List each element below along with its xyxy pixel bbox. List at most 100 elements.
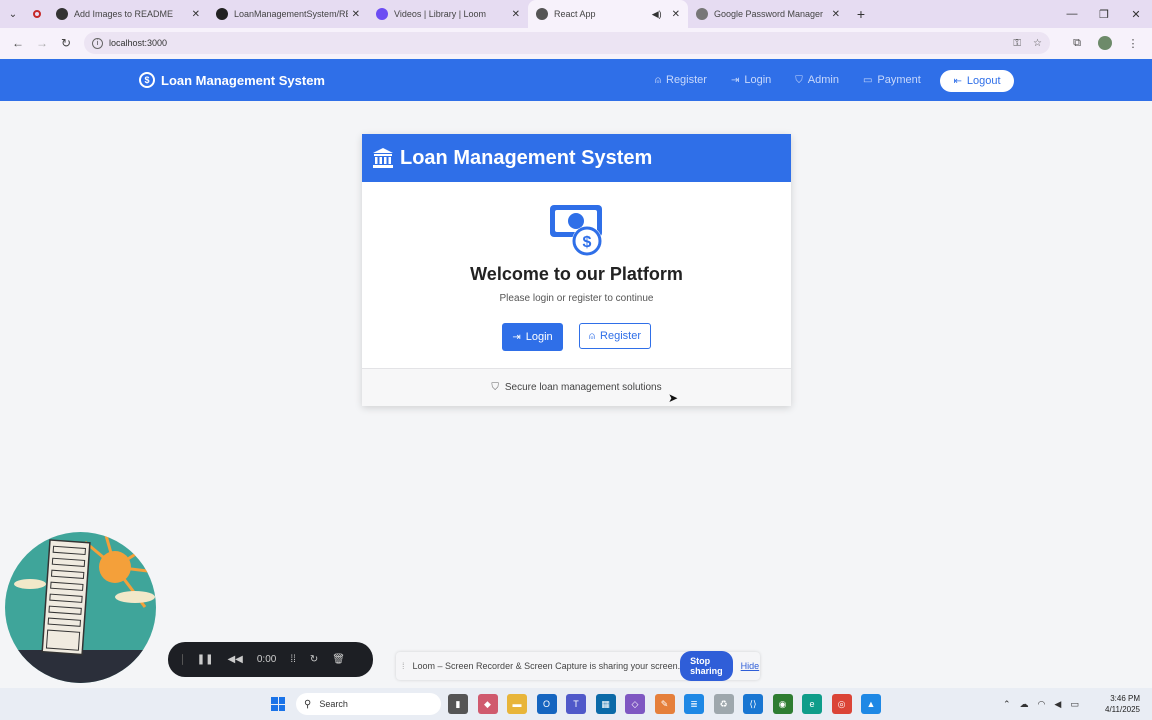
url-text: localhost:3000 [109, 38, 168, 48]
browser-tab[interactable]: Videos | Library | Loom ✕ [368, 0, 528, 28]
stop-recording-icon[interactable] [182, 654, 183, 665]
edge-icon[interactable]: e [802, 694, 822, 714]
browser-tab[interactable]: Google Password Manager ✕ [688, 0, 848, 28]
forward-icon[interactable]: → [30, 36, 54, 50]
outlook-icon[interactable]: O [536, 694, 557, 714]
mouse-cursor-icon: ➤ [668, 391, 679, 405]
tab-title: Google Password Manager [714, 9, 824, 19]
password-key-icon[interactable]: ⚿ [1013, 38, 1021, 49]
battery-icon[interactable]: ▭ [1070, 699, 1079, 710]
chatgpt-favicon-icon [56, 8, 68, 20]
login-button[interactable]: ⇥ Login [502, 323, 563, 351]
sign-in-icon: ⇥ [730, 74, 740, 86]
logout-label: Logout [966, 75, 1001, 87]
notepad-icon[interactable]: ≣ [684, 694, 704, 714]
footer-text: Secure loan management solutions [504, 382, 662, 393]
close-window-icon[interactable]: ✕ [1120, 8, 1152, 21]
visual-studio-icon[interactable]: ◇ [625, 694, 645, 714]
welcome-card: Loan Management System $ Welcome to our … [362, 134, 791, 406]
address-bar[interactable]: i localhost:3000 ⚿ ☆ [84, 32, 1050, 54]
minimize-icon[interactable]: — [1056, 8, 1088, 21]
audio-playing-icon[interactable]: ◀) [652, 9, 662, 20]
app-blue-icon[interactable]: ▲ [861, 694, 881, 714]
browser-tab[interactable]: Add Images to README ✕ [48, 0, 208, 28]
recycle-icon[interactable]: ♻ [713, 694, 734, 714]
recording-indicator-icon[interactable] [26, 3, 48, 25]
tab-title: Videos | Library | Loom [394, 9, 487, 19]
nav-admin-link[interactable]: ⛉ Admin [795, 74, 839, 86]
back-icon[interactable]: ← [6, 36, 30, 50]
card-footer: ⛉ Secure loan management solutions [362, 368, 791, 406]
clock-time: 3:46 PM [1110, 694, 1140, 703]
chevron-up-icon[interactable]: ⌃ [1003, 699, 1011, 710]
credit-card-icon: ▭ [862, 74, 873, 86]
github-favicon-icon [216, 8, 228, 20]
sign-out-icon: ⇤ [953, 75, 962, 87]
windows-start-icon[interactable] [271, 697, 285, 711]
vscode-icon[interactable]: ⟨⟩ [743, 694, 763, 714]
login-button-label: Login [525, 331, 553, 343]
bookmark-star-icon[interactable]: ☆ [1033, 38, 1042, 49]
brand-title: Loan Management System [161, 72, 325, 88]
close-tab-icon[interactable]: ✕ [672, 9, 680, 20]
close-tab-icon[interactable]: ✕ [512, 9, 520, 20]
store-icon[interactable]: ▦ [595, 694, 616, 714]
logout-button[interactable]: ⇤ Logout [940, 70, 1014, 92]
key-favicon-icon [696, 8, 708, 20]
browser-tab[interactable]: LoanManagementSystem/READ ✕ [208, 0, 368, 28]
nav-admin-label: Admin [807, 74, 839, 86]
brand[interactable]: $ Loan Management System [139, 59, 325, 101]
file-explorer-icon[interactable]: ▮ [448, 694, 468, 714]
profile-avatar[interactable] [1098, 36, 1112, 50]
cloud-icon[interactable]: ☁ [1020, 699, 1029, 710]
menu-kebab-icon[interactable]: ⋮ [1120, 37, 1146, 50]
restore-icon[interactable]: ❐ [1088, 8, 1120, 21]
money-bill-dollar-icon: $ [550, 205, 602, 256]
chrome-icon[interactable]: ◎ [831, 694, 852, 714]
teams-icon[interactable]: T [566, 694, 586, 714]
nav-login-link[interactable]: ⇥ Login [731, 74, 771, 86]
grid-icon[interactable]: ⁞⁞ [290, 654, 296, 665]
user-plus-icon: ⍝ [655, 74, 661, 86]
loom-favicon-icon [376, 8, 388, 20]
pause-icon[interactable]: ❚❚ [197, 654, 214, 665]
tab-title: React App [554, 9, 596, 19]
wifi-icon[interactable]: ◠ [1038, 699, 1046, 710]
nav-payment-label: Payment [877, 74, 921, 86]
loom-recording-controls: ❚❚ ◀◀ 0:00 ⁞⁞ ↻ 🗑 [168, 642, 373, 677]
site-info-icon[interactable]: i [92, 37, 103, 49]
app-icon[interactable]: ◆ [477, 694, 498, 714]
register-button[interactable]: ⍝ Register [579, 323, 651, 349]
close-tab-icon[interactable]: ✕ [832, 9, 840, 20]
paint-icon[interactable]: ✎ [654, 694, 675, 714]
restart-icon[interactable]: ↻ [310, 654, 318, 665]
taskbar-search-box[interactable]: ⚲ Search [296, 693, 441, 715]
rewind-icon[interactable]: ◀◀ [227, 654, 242, 665]
windows-taskbar: ⚲ Search ▮ ◆ ▬ O T ▦ ◇ ✎ ≣ ♻ ⟨⟩ ◉ e ◎ ▲ … [0, 688, 1152, 720]
nav-register-link[interactable]: ⍝ Register [655, 74, 707, 86]
close-tab-icon[interactable]: ✕ [352, 9, 360, 20]
share-message: Loom – Screen Recorder & Screen Capture … [412, 661, 681, 671]
folder-icon[interactable]: ▬ [507, 694, 527, 714]
browser-tab-active[interactable]: React App ◀) ✕ [528, 0, 688, 28]
drag-handle-icon[interactable]: ⁞ [402, 661, 405, 671]
nav-payment-link[interactable]: ▭ Payment [863, 74, 921, 86]
reload-icon[interactable]: ↻ [54, 36, 78, 50]
tab-search-chevron-icon[interactable]: ⌄ [0, 0, 26, 28]
extensions-icon[interactable]: ⧉ [1064, 37, 1090, 50]
system-tray: ⌃ ☁ ◠ ◀ ▭ [1003, 688, 1088, 720]
globe-favicon-icon [536, 8, 548, 20]
clock-date: 4/11/2025 [1105, 705, 1140, 714]
speaker-icon[interactable]: ◀ [1054, 699, 1061, 710]
spotify-icon[interactable]: ◉ [772, 694, 793, 714]
stop-sharing-button[interactable]: Stop sharing [680, 651, 733, 681]
search-icon: ⚲ [304, 698, 312, 710]
window-controls: — ❐ ✕ [1056, 8, 1152, 21]
nav-login-label: Login [744, 74, 772, 86]
loom-camera-bubble[interactable] [5, 532, 156, 683]
new-tab-button[interactable]: + [848, 6, 874, 22]
taskbar-clock[interactable]: 3:46 PM 4/11/2025 [1100, 693, 1140, 715]
trash-icon[interactable]: 🗑 [332, 654, 345, 665]
hide-link[interactable]: Hide [741, 661, 760, 671]
close-tab-icon[interactable]: ✕ [192, 9, 200, 20]
